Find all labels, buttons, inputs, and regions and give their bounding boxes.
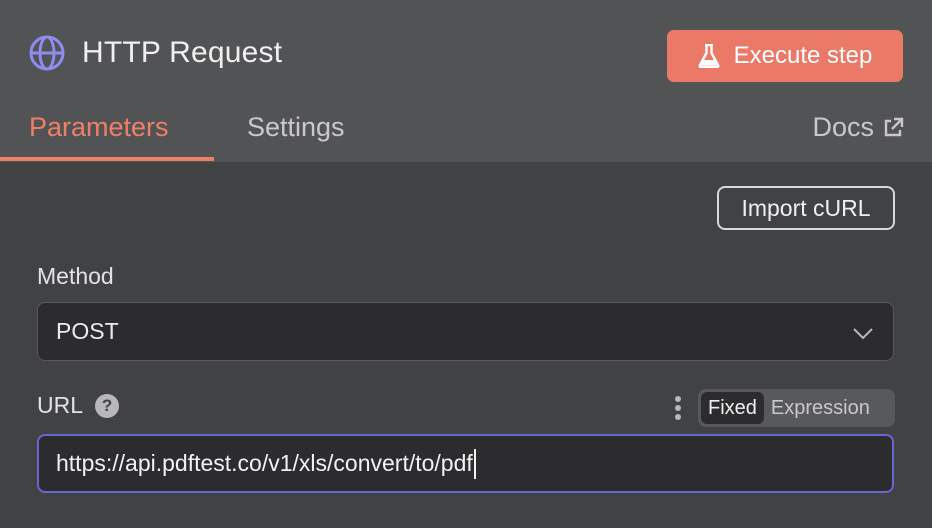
kebab-icon[interactable] — [673, 396, 683, 422]
title-row: HTTP Request — [28, 30, 282, 76]
flask-icon — [698, 44, 720, 68]
url-value: https://api.pdftest.co/v1/xls/convert/to… — [56, 450, 473, 476]
node-header: HTTP Request Execute step Parameters Set… — [0, 0, 932, 162]
external-link-icon — [884, 117, 904, 136]
execute-step-label: Execute step — [733, 42, 873, 69]
import-curl-button[interactable]: Import cURL — [717, 186, 895, 230]
url-label: URL — [37, 392, 84, 418]
url-mode-toggle: Fixed Expression — [698, 389, 895, 427]
active-tab-indicator — [0, 157, 214, 161]
question-icon[interactable]: ? — [95, 393, 120, 418]
mode-expression-option[interactable]: Expression — [764, 392, 877, 424]
docs-link[interactable]: Docs — [812, 112, 904, 143]
text-caret — [473, 448, 476, 479]
method-select[interactable]: POST — [37, 302, 894, 361]
node-title: HTTP Request — [82, 36, 283, 69]
url-input[interactable]: https://api.pdftest.co/v1/xls/convert/to… — [37, 434, 894, 493]
docs-label: Docs — [812, 112, 874, 142]
execute-step-button[interactable]: Execute step — [667, 30, 903, 82]
chevron-down-icon — [853, 328, 873, 340]
globe-icon — [29, 35, 65, 71]
method-label: Method — [37, 263, 114, 289]
method-value: POST — [56, 318, 119, 344]
mode-fixed-option[interactable]: Fixed — [701, 392, 764, 424]
tab-settings[interactable]: Settings — [247, 112, 345, 143]
url-label-row: URL ? — [37, 392, 120, 419]
tab-parameters[interactable]: Parameters — [29, 112, 169, 143]
tab-bar: Parameters Settings Docs — [0, 104, 932, 162]
